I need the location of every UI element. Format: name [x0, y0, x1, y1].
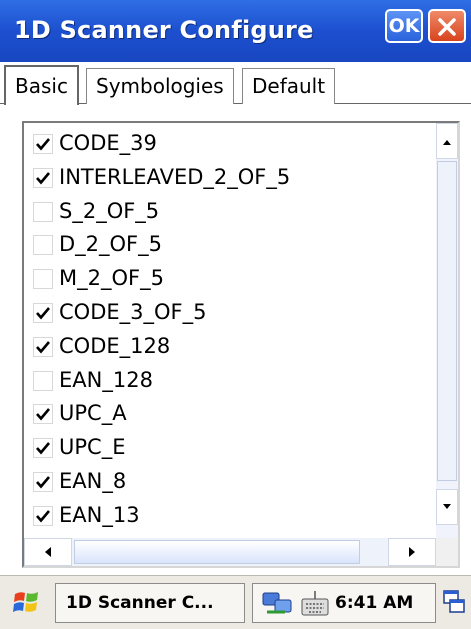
symbology-label: CODE_39	[59, 131, 157, 155]
network-icon[interactable]	[261, 590, 295, 618]
symbology-label: INTERLEAVED_2_OF_5	[59, 164, 291, 189]
symbology-label: CODE_128	[59, 333, 171, 358]
symbology-checkbox[interactable]	[33, 505, 53, 526]
window-switch-icon[interactable]	[442, 589, 466, 615]
symbology-checkbox[interactable]	[33, 404, 53, 425]
scrollbar-corner	[436, 538, 458, 566]
arrow-down-icon	[443, 504, 451, 509]
checkmark-icon	[36, 408, 50, 421]
symbology-label: S_2_OF_5	[59, 198, 160, 223]
checkmark-icon	[36, 138, 50, 151]
vertical-scroll-thumb[interactable]	[437, 161, 457, 481]
checkmark-icon	[36, 442, 50, 455]
arrow-up-icon	[443, 140, 451, 145]
tab-symbologies[interactable]: Symbologies	[86, 68, 234, 104]
symbology-label: M_2_OF_5	[59, 266, 164, 291]
symbology-checkbox[interactable]	[33, 167, 53, 188]
scroll-left-button[interactable]	[24, 538, 72, 566]
symbology-label: EAN_13	[59, 502, 140, 527]
symbology-checkbox[interactable]	[33, 438, 53, 459]
tab-default[interactable]: Default	[242, 68, 336, 104]
symbology-checkbox[interactable]	[33, 336, 53, 357]
symbology-list-viewport: CODE_39 INTERLEAVED_2_OF_5 S_2_OF_5 D_2_OF_…	[24, 123, 436, 538]
taskbar: 1D Scanner C... 6:41 AM	[0, 575, 471, 629]
scroll-up-button[interactable]	[436, 123, 458, 159]
symbology-checkbox[interactable]	[33, 134, 53, 154]
taskbar-app-button[interactable]: 1D Scanner C...	[55, 583, 245, 623]
symbology-checkbox[interactable]	[33, 370, 53, 391]
system-tray: 6:41 AM	[252, 583, 436, 623]
horizontal-scroll-thumb[interactable]	[74, 540, 360, 564]
scroll-down-button[interactable]	[436, 489, 458, 525]
symbology-label: UPC_E	[59, 435, 126, 460]
checkmark-icon	[36, 307, 50, 320]
scroll-right-button[interactable]	[388, 538, 436, 566]
symbology-label: UPC_A	[59, 401, 127, 426]
symbology-label: D_2_OF_5	[59, 232, 163, 257]
vertical-scrollbar[interactable]	[436, 123, 458, 538]
clock[interactable]: 6:41 AM	[335, 584, 413, 622]
arrow-left-icon	[45, 547, 51, 557]
symbology-checkbox[interactable]	[33, 303, 53, 323]
title-bar: 1D Scanner Configure OK	[0, 0, 471, 70]
symbology-checkbox[interactable]	[33, 269, 53, 290]
windows-flag-icon[interactable]	[12, 588, 42, 618]
horizontal-scrollbar[interactable]	[24, 538, 436, 566]
symbology-list[interactable]: CODE_39 INTERLEAVED_2_OF_5 S_2_OF_5 D_2_OF_…	[22, 121, 460, 568]
checkmark-icon	[36, 340, 50, 354]
checkmark-icon	[36, 509, 50, 523]
window-title: 1D Scanner Configure	[14, 16, 314, 44]
close-button[interactable]	[428, 9, 466, 43]
checkmark-icon	[36, 171, 50, 185]
symbology-label: CODE_3_OF_5	[59, 300, 207, 324]
tab-basic[interactable]: Basic	[4, 65, 79, 105]
symbology-checkbox[interactable]	[33, 472, 53, 492]
symbology-checkbox[interactable]	[33, 235, 53, 256]
symbology-checkbox[interactable]	[33, 201, 53, 222]
arrow-right-icon	[409, 547, 415, 557]
ok-button[interactable]: OK	[385, 9, 423, 43]
close-icon	[438, 18, 456, 36]
symbology-label: EAN_8	[59, 469, 127, 493]
keyboard-icon[interactable]	[299, 589, 331, 619]
symbology-label: EAN_128	[59, 367, 153, 392]
checkmark-icon	[36, 476, 50, 489]
